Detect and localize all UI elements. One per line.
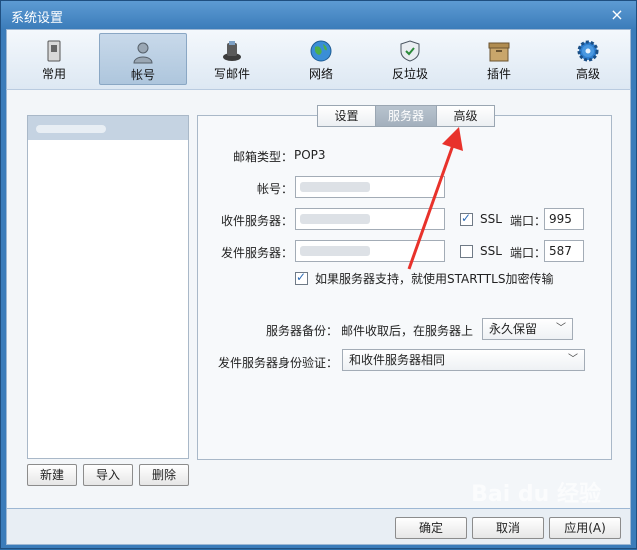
starttls-checkbox[interactable] xyxy=(295,270,308,285)
toolbar-item-antispam[interactable]: 反垃圾 xyxy=(366,33,454,85)
gear-icon xyxy=(577,40,599,62)
server-panel: 邮箱类型： POP3 帐号： 收件服务器： SSL 端口： 995 发件服务器：… xyxy=(197,115,612,460)
delete-button[interactable]: 删除 xyxy=(139,464,189,486)
content-area: 新建 导入 删除 设置 服务器 高级 邮箱类型： POP3 帐号： 收件服务器：… xyxy=(6,89,631,509)
toolbar-label: 帐号 xyxy=(130,68,155,82)
dialog-footer: 确定 取消 应用(A) xyxy=(6,509,631,545)
toolbar-item-network[interactable]: 网络 xyxy=(277,33,365,85)
toolbar-item-plugins[interactable]: 插件 xyxy=(455,33,543,85)
incoming-server-label: 收件服务器： xyxy=(220,214,293,228)
account-field[interactable] xyxy=(295,176,445,198)
window-title: 系统设置 xyxy=(11,11,64,26)
import-button[interactable]: 导入 xyxy=(83,464,133,486)
redacted-value xyxy=(300,246,370,256)
cancel-button[interactable]: 取消 xyxy=(472,517,544,539)
starttls-label: 如果服务器支持，就使用STARTTLS加密传输 xyxy=(315,272,554,286)
outgoing-server-field[interactable] xyxy=(295,240,445,262)
toolbar-label: 网络 xyxy=(308,67,333,81)
incoming-ssl-label: SSL xyxy=(480,212,502,226)
redacted-value xyxy=(300,214,370,224)
toolbar-item-general[interactable]: 常用 xyxy=(10,33,98,85)
incoming-ssl-checkbox[interactable] xyxy=(460,211,473,226)
toolbar-label: 写邮件 xyxy=(213,67,250,81)
device-icon xyxy=(47,40,61,62)
shield-icon xyxy=(400,40,420,62)
toolbar-label: 常用 xyxy=(41,67,66,81)
new-account-button[interactable]: 新建 xyxy=(27,464,77,486)
incoming-port-field[interactable]: 995 xyxy=(544,208,584,230)
box-icon xyxy=(488,42,510,62)
redacted-value xyxy=(300,182,370,192)
backup-description: 邮件收取后，在服务器上 xyxy=(341,324,474,338)
globe-icon xyxy=(310,40,332,62)
user-icon xyxy=(133,42,153,64)
toolbar-label: 高级 xyxy=(575,67,600,81)
outgoing-ssl-label: SSL xyxy=(480,244,502,258)
account-list-item[interactable] xyxy=(28,116,188,140)
outgoing-port-label: 端口： xyxy=(510,246,547,260)
backup-label: 服务器备份： xyxy=(265,324,338,338)
outgoing-port-field[interactable]: 587 xyxy=(544,240,584,262)
tab-settings[interactable]: 设置 xyxy=(317,105,376,127)
category-toolbar: 常用 帐号 写邮件 网络 反垃圾 插件 高级 xyxy=(6,29,631,89)
toolbar-item-account[interactable]: 帐号 xyxy=(99,33,187,85)
apply-button[interactable]: 应用(A) xyxy=(549,517,621,539)
account-label: 帐号： xyxy=(256,182,293,196)
auth-label: 发件服务器身份验证： xyxy=(217,356,338,370)
compose-icon xyxy=(223,41,241,61)
close-button[interactable]: × xyxy=(608,6,626,24)
ok-button[interactable]: 确定 xyxy=(395,517,467,539)
account-list[interactable] xyxy=(27,115,189,459)
chevron-down-icon: ﹀ xyxy=(568,354,578,365)
incoming-server-field[interactable] xyxy=(295,208,445,230)
toolbar-label: 反垃圾 xyxy=(391,67,428,81)
tab-server[interactable]: 服务器 xyxy=(375,105,437,127)
auth-select[interactable]: 和收件服务器相同 ﹀ xyxy=(342,349,585,371)
mailbox-type-value: POP3 xyxy=(294,148,326,162)
toolbar-item-compose[interactable]: 写邮件 xyxy=(188,33,276,85)
chevron-down-icon: ﹀ xyxy=(556,323,566,334)
toolbar-item-advanced[interactable]: 高级 xyxy=(544,33,632,85)
outgoing-ssl-checkbox[interactable] xyxy=(460,245,473,258)
tab-advanced[interactable]: 高级 xyxy=(436,105,495,127)
mailbox-type-label: 邮箱类型： xyxy=(232,150,293,164)
settings-window: 系统设置 × 常用 帐号 写邮件 网络 反垃圾 插件 高级 新建 导入 删除 设… xyxy=(0,0,637,549)
redacted-account xyxy=(36,124,106,133)
incoming-port-label: 端口： xyxy=(510,214,547,228)
auth-select-value: 和收件服务器相同 xyxy=(349,353,446,367)
backup-select[interactable]: 永久保留 ﹀ xyxy=(482,318,573,340)
backup-select-value: 永久保留 xyxy=(489,322,538,336)
title-bar: 系统设置 × xyxy=(1,1,636,29)
outgoing-server-label: 发件服务器： xyxy=(220,246,293,260)
baidu-watermark: Bai du 经验 xyxy=(471,482,601,507)
toolbar-label: 插件 xyxy=(486,67,511,81)
